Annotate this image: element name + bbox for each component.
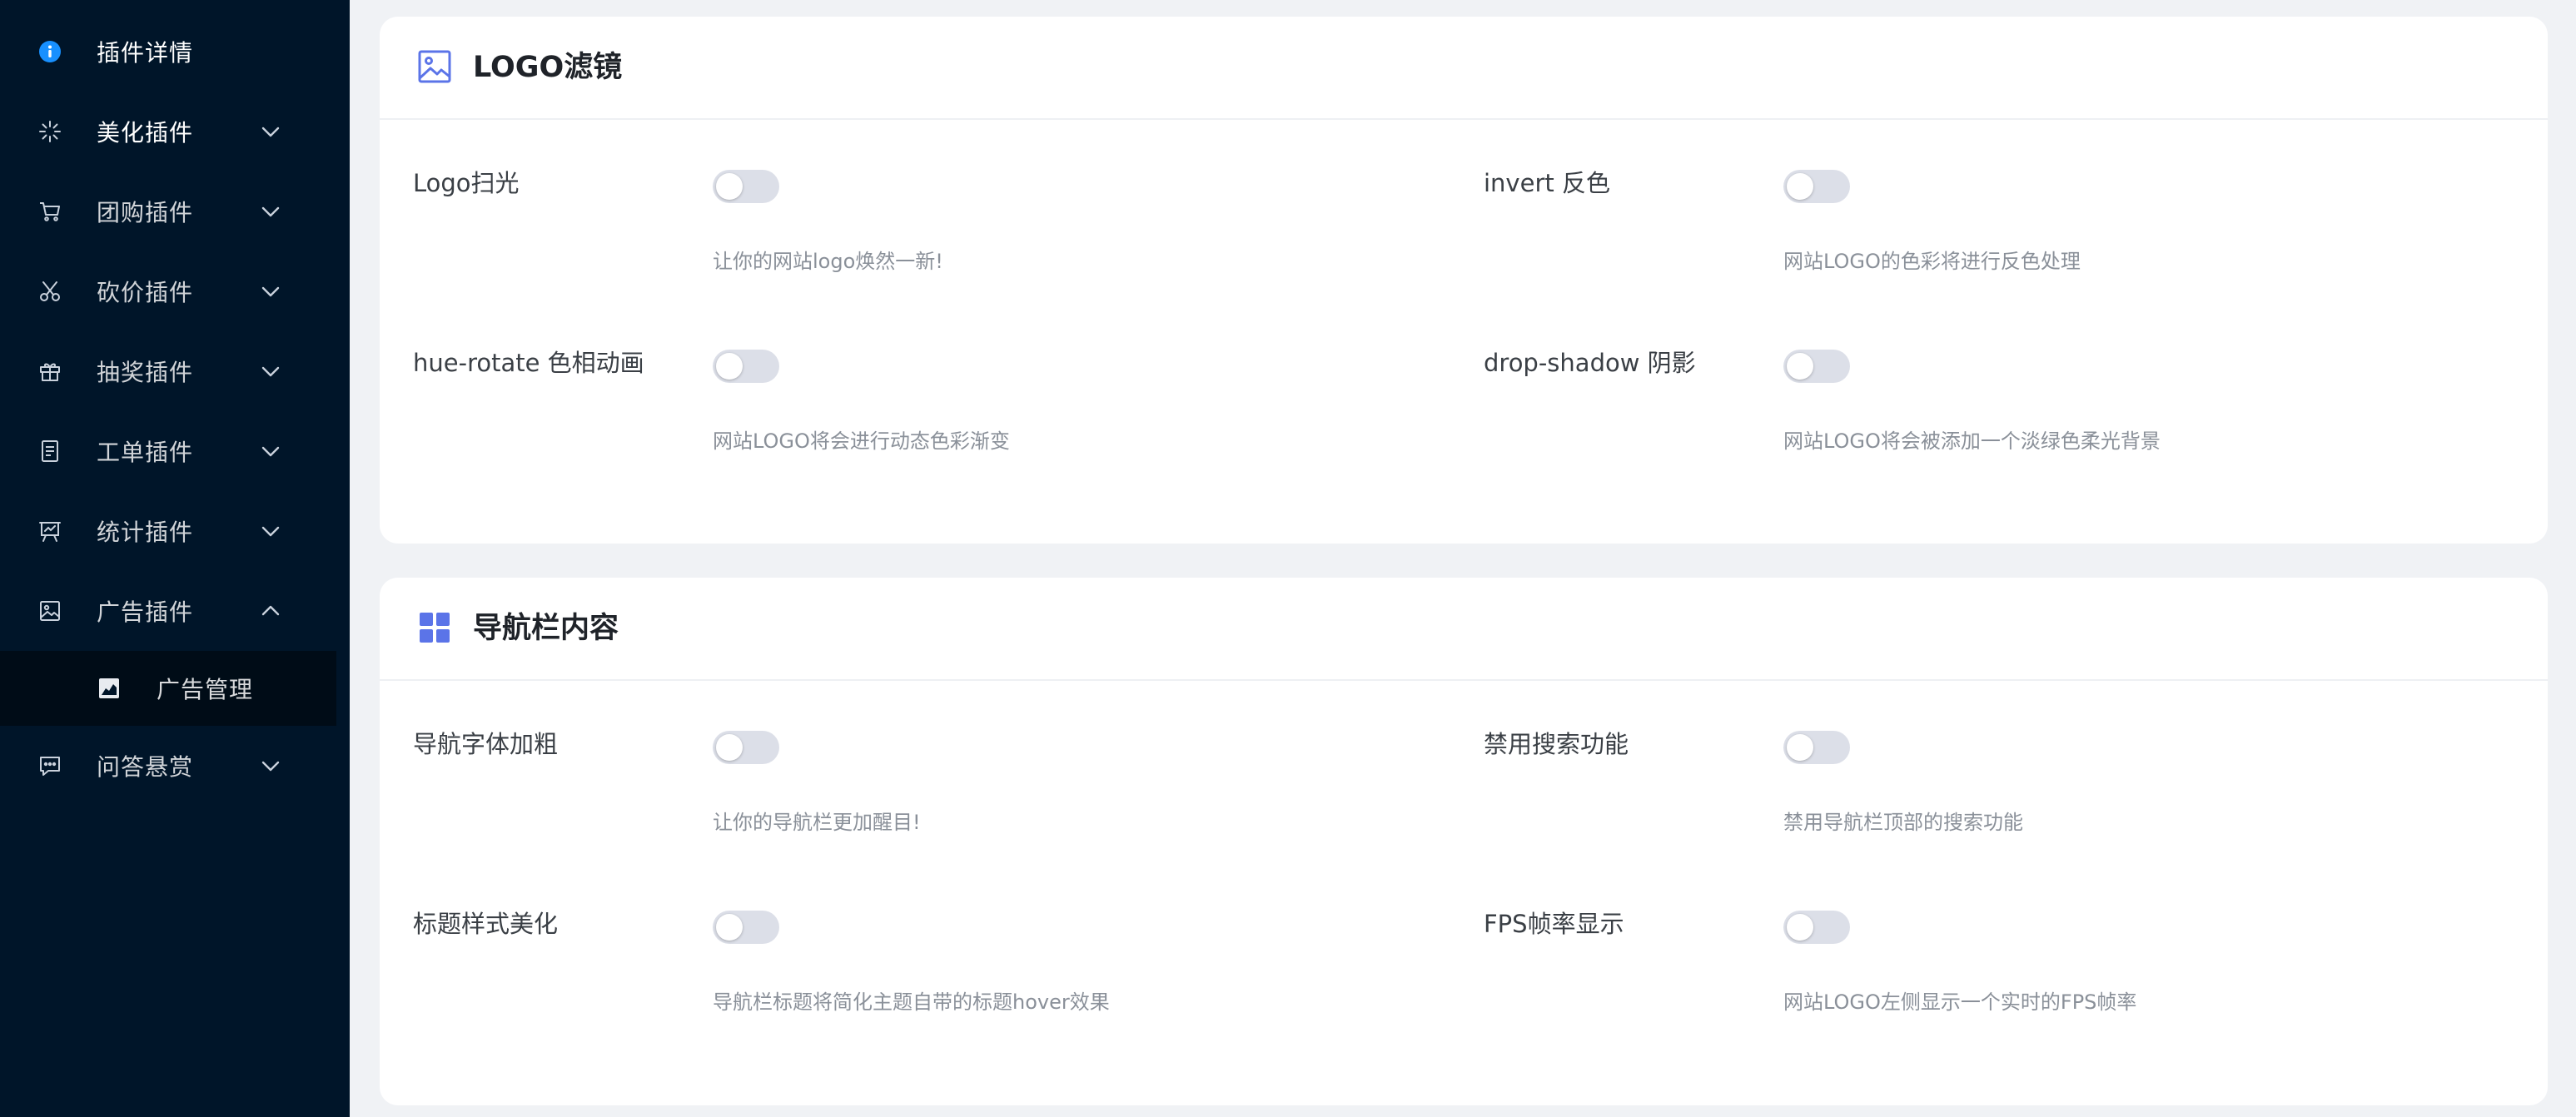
toggle-logo-shine[interactable] — [713, 170, 779, 203]
option-label-invert: invert 反色 — [1484, 169, 1610, 197]
info-icon — [38, 40, 62, 63]
sidebar-item-label: 统计插件 — [97, 519, 194, 546]
toggle-drop-shadow[interactable] — [1783, 350, 1850, 383]
toggle-knob — [1787, 914, 1813, 941]
sidebar-item-ticket[interactable]: 工单插件 — [0, 411, 336, 491]
option-label-nav-bold: 导航字体加粗 — [413, 730, 559, 758]
sidebar-item-statistics[interactable]: 统计插件 — [0, 491, 336, 571]
option-desc: 网站LOGO的色彩将进行反色处理 — [1783, 250, 2081, 273]
sidebar-item-group-buy[interactable]: 团购插件 — [0, 171, 336, 251]
card-header: LOGO滤镜 — [380, 17, 2548, 120]
toggle-hue-rotate[interactable] — [713, 350, 779, 383]
image-icon — [418, 50, 451, 83]
presentation-icon — [38, 519, 62, 543]
sidebar-item-advertising[interactable]: 广告插件 — [0, 571, 336, 651]
card-header: 导航栏内容 — [380, 578, 2548, 681]
sidebar-item-plugin-details[interactable]: 插件详情 — [0, 12, 336, 92]
gift-icon — [38, 360, 62, 383]
sidebar-item-beautify[interactable]: 美化插件 — [0, 92, 336, 171]
option-label-disable-search: 禁用搜索功能 — [1484, 730, 1629, 758]
logo-filter-card: LOGO滤镜 Logo扫光 让你的网站logo焕然一新! invert 反色 网… — [380, 17, 2548, 544]
chevron-down-icon — [261, 286, 280, 297]
sidebar-item-qa-bounty[interactable]: 问答悬赏 — [0, 726, 336, 806]
option-desc: 网站LOGO将会进行动态色彩渐变 — [713, 429, 1010, 453]
sidebar-item-label: 广告插件 — [97, 598, 194, 626]
option-label-hue-rotate: hue-rotate 色相动画 — [413, 349, 644, 377]
sidebar-item-lottery[interactable]: 抽奖插件 — [0, 331, 336, 411]
toggle-title-style[interactable] — [713, 911, 779, 944]
toggle-fps-display[interactable] — [1783, 911, 1850, 944]
toggle-knob — [1787, 734, 1813, 761]
sparkle-icon — [38, 120, 62, 143]
sidebar-item-bargain[interactable]: 砍价插件 — [0, 251, 336, 331]
toggle-knob — [1787, 173, 1813, 200]
sidebar-item-label: 广告管理 — [157, 676, 254, 703]
scissors-icon — [38, 280, 62, 303]
option-label-drop-shadow: drop-shadow 阴影 — [1484, 349, 1696, 377]
sidebar-item-label: 问答悬赏 — [97, 753, 194, 781]
toggle-knob — [716, 353, 743, 380]
toggle-nav-bold[interactable] — [713, 731, 779, 764]
sidebar-item-label: 插件详情 — [97, 39, 194, 67]
navbar-content-card: 导航栏内容 导航字体加粗 让你的导航栏更加醒目! 禁用搜索功能 禁用导航栏顶部的… — [380, 578, 2548, 1105]
grid-icon — [420, 613, 450, 643]
option-label-title-style: 标题样式美化 — [413, 910, 559, 938]
option-desc: 让你的网站logo焕然一新! — [713, 250, 943, 273]
toggle-knob — [716, 914, 743, 941]
chevron-down-icon — [261, 761, 280, 772]
toggle-disable-search[interactable] — [1783, 731, 1850, 764]
chevron-down-icon — [261, 526, 280, 537]
sidebar-item-label: 工单插件 — [97, 439, 194, 466]
cart-icon — [38, 200, 62, 223]
toggle-knob — [716, 173, 743, 200]
toggle-knob — [1787, 353, 1813, 380]
option-label-logo-shine: Logo扫光 — [413, 169, 520, 197]
section-title: LOGO滤镜 — [473, 51, 623, 84]
option-desc: 禁用导航栏顶部的搜索功能 — [1783, 811, 2023, 834]
sidebar-subitem-ad-management[interactable]: 广告管理 — [0, 651, 336, 726]
option-desc: 让你的导航栏更加醒目! — [713, 811, 921, 834]
chevron-down-icon — [261, 127, 280, 137]
chevron-down-icon — [261, 366, 280, 377]
option-desc: 导航栏标题将简化主题自带的标题hover效果 — [713, 990, 1110, 1014]
chevron-up-icon — [261, 605, 280, 616]
option-label-fps-display: FPS帧率显示 — [1484, 910, 1624, 938]
toggle-invert[interactable] — [1783, 170, 1850, 203]
document-icon — [38, 439, 62, 463]
sidebar-item-label: 美化插件 — [97, 119, 194, 146]
toggle-knob — [716, 734, 743, 761]
option-desc: 网站LOGO将会被添加一个淡绿色柔光背景 — [1783, 429, 2161, 453]
option-desc: 网站LOGO左侧显示一个实时的FPS帧率 — [1783, 990, 2137, 1014]
area-chart-icon — [98, 678, 120, 699]
section-title: 导航栏内容 — [473, 612, 619, 645]
chevron-down-icon — [261, 206, 280, 217]
sidebar-item-label: 抽奖插件 — [97, 359, 194, 386]
message-icon — [38, 754, 62, 777]
chevron-down-icon — [261, 446, 280, 457]
picture-icon — [38, 599, 62, 623]
sidebar-item-label: 团购插件 — [97, 199, 194, 226]
sidebar: 插件详情 美化插件 团购插件 砍价插件 抽奖插件 工单插件 统计插件 广告插件 … — [0, 0, 350, 1117]
sidebar-item-label: 砍价插件 — [97, 279, 194, 306]
